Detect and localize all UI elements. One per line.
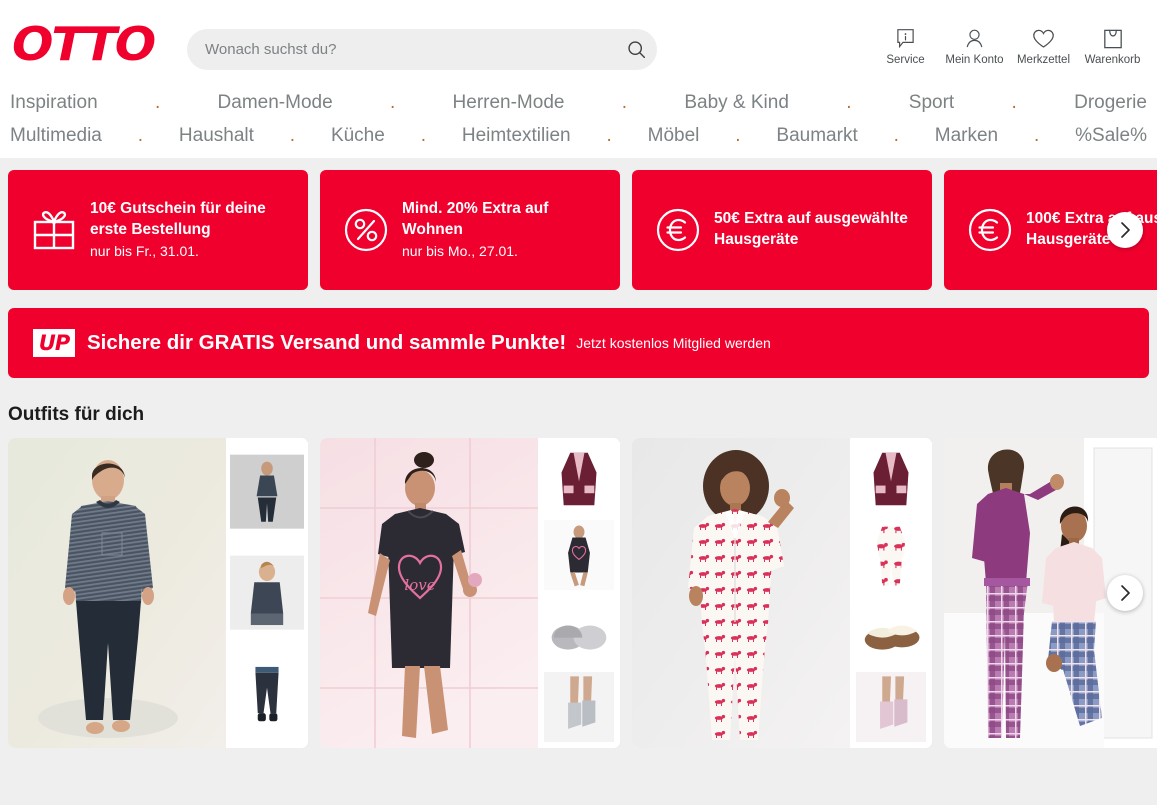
person-icon: [964, 24, 985, 50]
header-action-label: Merkzettel: [1016, 54, 1071, 66]
outfit-thumbnail[interactable]: [854, 596, 928, 666]
site-header: OTTO Wonach suchst du? Service Mein Kont…: [0, 0, 1157, 158]
nav-row-1: Inspiration . Damen-Mode . Herren-Mode .…: [10, 86, 1147, 119]
nav-separator: .: [1034, 124, 1040, 146]
nav-item-damen-mode[interactable]: Damen-Mode: [218, 92, 333, 114]
outfit-thumbnail[interactable]: [854, 444, 928, 514]
header-actions: Service Mein Konto Merkzettel Warenkorb: [871, 24, 1147, 66]
nav-separator: .: [389, 91, 396, 113]
outfit-card-womens-dog-print-pyjama[interactable]: [632, 438, 932, 748]
nav-item-inspiration[interactable]: Inspiration: [10, 92, 98, 114]
otto-logo[interactable]: OTTO: [12, 21, 156, 67]
outfit-thumbnail-list: [850, 438, 932, 748]
promo-carousel: 10€ Gutschein für deine erste Bestellung…: [0, 170, 1157, 290]
promo-carousel-next-button[interactable]: [1107, 212, 1143, 248]
up-membership-banner[interactable]: UP Sichere dir GRATIS Versand und sammle…: [8, 308, 1149, 378]
header-action-label: Service: [886, 54, 925, 66]
search-input[interactable]: [205, 29, 615, 70]
promo-card-wohnen[interactable]: Mind. 20% Extra auf Wohnen nur bis Mo., …: [320, 170, 620, 290]
nav-item-baby-kind[interactable]: Baby & Kind: [684, 92, 789, 114]
nav-item-moebel[interactable]: Möbel: [648, 125, 700, 147]
outfit-hero-image: [632, 438, 850, 748]
svg-text:love: love: [404, 576, 435, 594]
search-button[interactable]: [615, 29, 657, 70]
nav-item-herren-mode[interactable]: Herren-Mode: [453, 92, 565, 114]
nav-item-heimtextilien[interactable]: Heimtextilien: [462, 125, 571, 147]
nav-separator: .: [606, 124, 612, 146]
header-top-bar: OTTO Wonach suchst du? Service Mein Kont…: [0, 0, 1157, 88]
promo-track: 10€ Gutschein für deine erste Bestellung…: [8, 170, 1157, 290]
header-action-mein-konto[interactable]: Mein Konto: [940, 24, 1009, 66]
nav-separator: .: [154, 91, 161, 113]
outfit-thumbnail-list: [538, 438, 620, 748]
search-bar[interactable]: [187, 29, 657, 70]
nav-item-baumarkt[interactable]: Baumarkt: [776, 125, 857, 147]
heart-icon: [1032, 24, 1055, 50]
header-action-warenkorb[interactable]: Warenkorb: [1078, 24, 1147, 66]
promo-title: Mind. 20% Extra auf Wohnen: [402, 200, 549, 239]
promo-card-50-euro[interactable]: 50€ Extra auf ausgewählte Hausgeräte: [632, 170, 932, 290]
gift-icon: [22, 207, 86, 253]
promo-text: Mind. 20% Extra auf Wohnen nur bis Mo., …: [398, 199, 606, 261]
nav-item-sport[interactable]: Sport: [909, 92, 954, 114]
outfit-hero-image: love: [320, 438, 538, 748]
up-banner-cta[interactable]: Jetzt kostenlos Mitglied werden: [576, 335, 771, 351]
promo-card-gutschein[interactable]: 10€ Gutschein für deine erste Bestellung…: [8, 170, 308, 290]
euro-circle-icon: [646, 206, 710, 254]
nav-row-2: Multimedia . Haushalt . Küche . Heimtext…: [10, 119, 1147, 152]
shopping-bag-icon: [1103, 24, 1123, 50]
info-bubble-icon: [895, 24, 916, 50]
outfit-hero-image: [8, 438, 226, 748]
header-action-label: Warenkorb: [1084, 54, 1141, 66]
outfits-section-title: Outfits für dich: [8, 404, 145, 425]
header-action-label: Mein Konto: [945, 54, 1004, 66]
nav-item-kueche[interactable]: Küche: [331, 125, 385, 147]
percent-circle-icon: [334, 206, 398, 254]
main-navigation: Inspiration . Damen-Mode . Herren-Mode .…: [0, 86, 1157, 152]
outfit-thumbnail[interactable]: [542, 444, 616, 514]
outfit-thumbnail[interactable]: [854, 672, 928, 742]
outfit-thumbnail[interactable]: [230, 545, 304, 640]
outfit-thumbnail[interactable]: [854, 520, 928, 590]
outfit-thumbnail[interactable]: [230, 444, 304, 539]
outfit-card-womens-love-nightshirt[interactable]: love: [320, 438, 620, 748]
up-banner-title: Sichere dir GRATIS Versand und sammle Pu…: [87, 331, 567, 354]
nav-separator: .: [621, 91, 628, 113]
header-action-merkzettel[interactable]: Merkzettel: [1009, 24, 1078, 66]
promo-text: 50€ Extra auf ausgewählte Hausgeräte: [710, 209, 918, 252]
promo-title: 50€ Extra auf ausgewählte Hausgeräte: [714, 209, 908, 248]
nav-item-drogerie[interactable]: Drogerie: [1074, 92, 1147, 114]
up-logo: UP: [33, 329, 75, 357]
nav-separator: .: [735, 124, 741, 146]
nav-separator: .: [289, 124, 296, 146]
header-action-service[interactable]: Service: [871, 24, 940, 66]
outfits-carousel: love: [0, 438, 1157, 750]
nav-item-multimedia[interactable]: Multimedia: [10, 125, 102, 147]
outfit-thumbnail[interactable]: [230, 647, 304, 742]
outfits-carousel-next-button[interactable]: [1107, 575, 1143, 611]
outfit-thumbnail[interactable]: [542, 520, 616, 590]
outfit-thumbnail[interactable]: [542, 672, 616, 742]
outfit-thumbnail[interactable]: [542, 596, 616, 666]
promo-text: 10€ Gutschein für deine erste Bestellung…: [86, 199, 294, 261]
nav-separator: .: [846, 91, 852, 113]
chevron-right-icon: [1118, 221, 1132, 239]
nav-item-marken[interactable]: Marken: [935, 125, 998, 147]
nav-separator: .: [893, 124, 899, 146]
nav-item-haushalt[interactable]: Haushalt: [179, 125, 254, 147]
promo-title: 10€ Gutschein für deine erste Bestellung: [90, 200, 266, 239]
search-icon: [626, 39, 647, 60]
promo-subtitle: nur bis Mo., 27.01.: [402, 242, 518, 259]
nav-item-sale[interactable]: %Sale%: [1075, 125, 1147, 147]
euro-circle-icon: [958, 206, 1022, 254]
outfit-card-mens-striped-pyjama[interactable]: [8, 438, 308, 748]
outfits-track: love: [8, 438, 1157, 748]
outfit-thumbnail-list: [226, 438, 308, 748]
promo-subtitle: nur bis Fr., 31.01.: [90, 242, 199, 259]
nav-separator: .: [1011, 91, 1017, 113]
nav-separator: .: [137, 124, 144, 146]
nav-separator: .: [420, 124, 426, 146]
chevron-right-icon: [1118, 584, 1132, 602]
